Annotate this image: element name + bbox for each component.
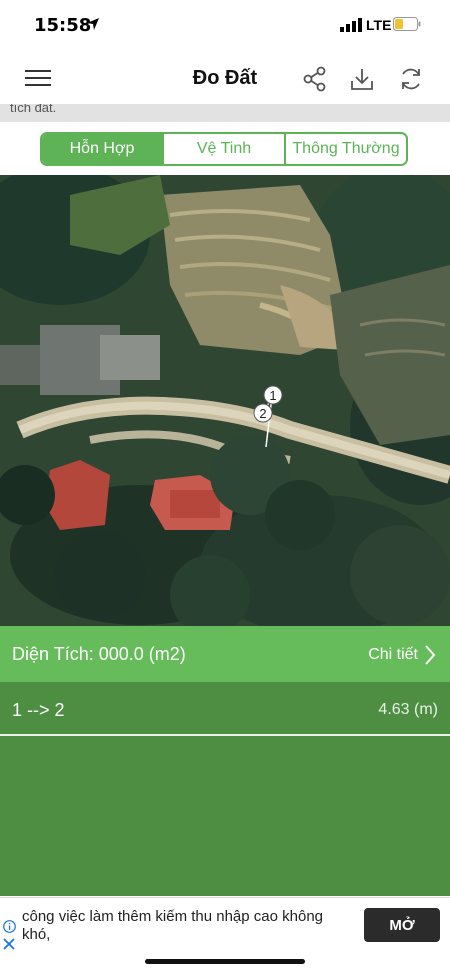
map-view[interactable]: 1 2 [0,175,450,626]
note-strip: tích đất. [0,104,450,122]
share-icon [303,66,326,92]
marker-label-1: 1 [269,388,276,403]
note-text: tích đất. [10,104,57,115]
list-item[interactable]: 1 --> 2 4.63 (m) [0,682,450,736]
status-bar: 15:58 LTE [0,0,450,52]
signal-icon [340,18,362,32]
ad-open-button[interactable]: MỞ [364,908,440,942]
marker-label-2: 2 [259,406,266,421]
refresh-icon [402,68,420,90]
network-type: LTE [366,17,392,33]
map-marker-2[interactable]: 2 [253,403,273,423]
download-icon [351,69,373,90]
segment-length: 4.63 (m) [378,701,438,718]
segment-list: 1 --> 2 4.63 (m) [0,682,450,896]
ad-info-icon[interactable] [3,920,16,933]
satellite-map-image: 1 2 [0,175,450,626]
ad-close-icon[interactable] [3,938,15,950]
tab-hybrid[interactable]: Hỗn Hợp [42,134,164,164]
chevron-right-icon [425,645,436,665]
detail-button[interactable]: Chi tiết [368,644,436,666]
download-button[interactable] [347,64,377,94]
segment-label: 1 --> 2 [12,700,65,720]
share-button[interactable] [300,64,330,94]
tab-satellite[interactable]: Vệ Tinh [164,134,286,164]
detail-label: Chi tiết [368,646,418,663]
ad-banner[interactable]: công việc làm thêm kiếm thu nhập cao khô… [0,897,450,956]
map-marker-1[interactable]: 1 [263,385,283,405]
map-type-selector: Hỗn Hợp Vệ Tinh Thông Thường [40,132,408,166]
area-value: Diện Tích: 000.0 (m2) [12,644,186,664]
tab-standard[interactable]: Thông Thường [286,134,406,164]
home-indicator [145,959,305,964]
page-title: Đo Đất [192,67,258,89]
location-arrow-icon [87,18,99,30]
status-time: 15:58 [34,15,92,36]
ad-text: công việc làm thêm kiếm thu nhập cao khô… [22,908,324,943]
refresh-button[interactable] [396,64,426,94]
battery-icon [393,17,421,31]
nav-bar: Đo Đất [0,52,450,104]
area-bar: Diện Tích: 000.0 (m2) Chi tiết [0,626,450,682]
